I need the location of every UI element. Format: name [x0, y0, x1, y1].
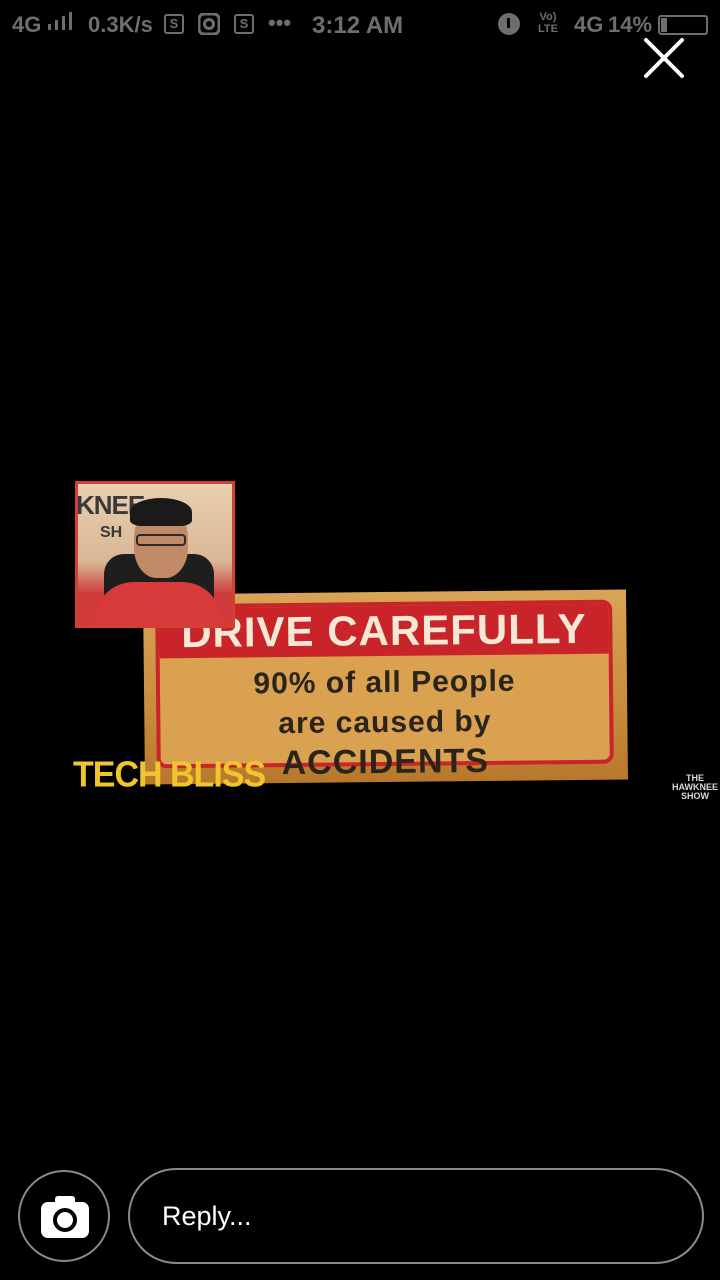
sign-line-1: 90% of all People	[253, 664, 516, 701]
signal-icon	[46, 12, 76, 38]
status-bar: 4G 0.3K/s S S ••• 3:12 AM Vo) LTE 4G 14%	[0, 0, 720, 50]
reply-placeholder: Reply...	[162, 1201, 252, 1231]
network-speed: 0.3K/s	[88, 12, 153, 37]
close-button[interactable]	[640, 34, 688, 82]
battery-icon	[658, 15, 708, 35]
cam-presenter-glasses	[136, 534, 186, 546]
alarm-icon	[498, 13, 520, 35]
volte-label: Vo) LTE	[538, 11, 558, 35]
notification-s-icon: S	[164, 14, 184, 34]
cam-wall-text-2: SH	[100, 524, 123, 541]
presenter-webcam: KNEE SH	[75, 481, 235, 628]
sign-line-2: are caused by	[278, 704, 492, 741]
cam-presenter-body	[94, 582, 222, 625]
watermark-logo: THE HAWKNEE SHOW	[672, 773, 719, 801]
camera-button[interactable]	[18, 1170, 110, 1262]
cam-presenter-hair	[130, 498, 192, 526]
channel-brand: TECH BLISS	[73, 755, 266, 795]
notification-s-icon-2: S	[234, 14, 254, 34]
story-viewer: 4G 0.3K/s S S ••• 3:12 AM Vo) LTE 4G 14%…	[0, 0, 720, 1280]
camera-icon	[41, 1196, 89, 1238]
story-media[interactable]: DRIVE CAREFULLY 90% of all People are ca…	[0, 478, 720, 808]
more-notifications-icon: •••	[268, 10, 292, 35]
reply-input[interactable]: Reply...	[128, 1168, 704, 1264]
clock: 3:12 AM	[312, 12, 404, 39]
close-icon	[644, 38, 684, 78]
network-type-2: 4G	[574, 12, 604, 37]
instagram-icon	[197, 12, 221, 41]
network-type: 4G	[12, 12, 42, 37]
battery-fill	[661, 18, 668, 32]
